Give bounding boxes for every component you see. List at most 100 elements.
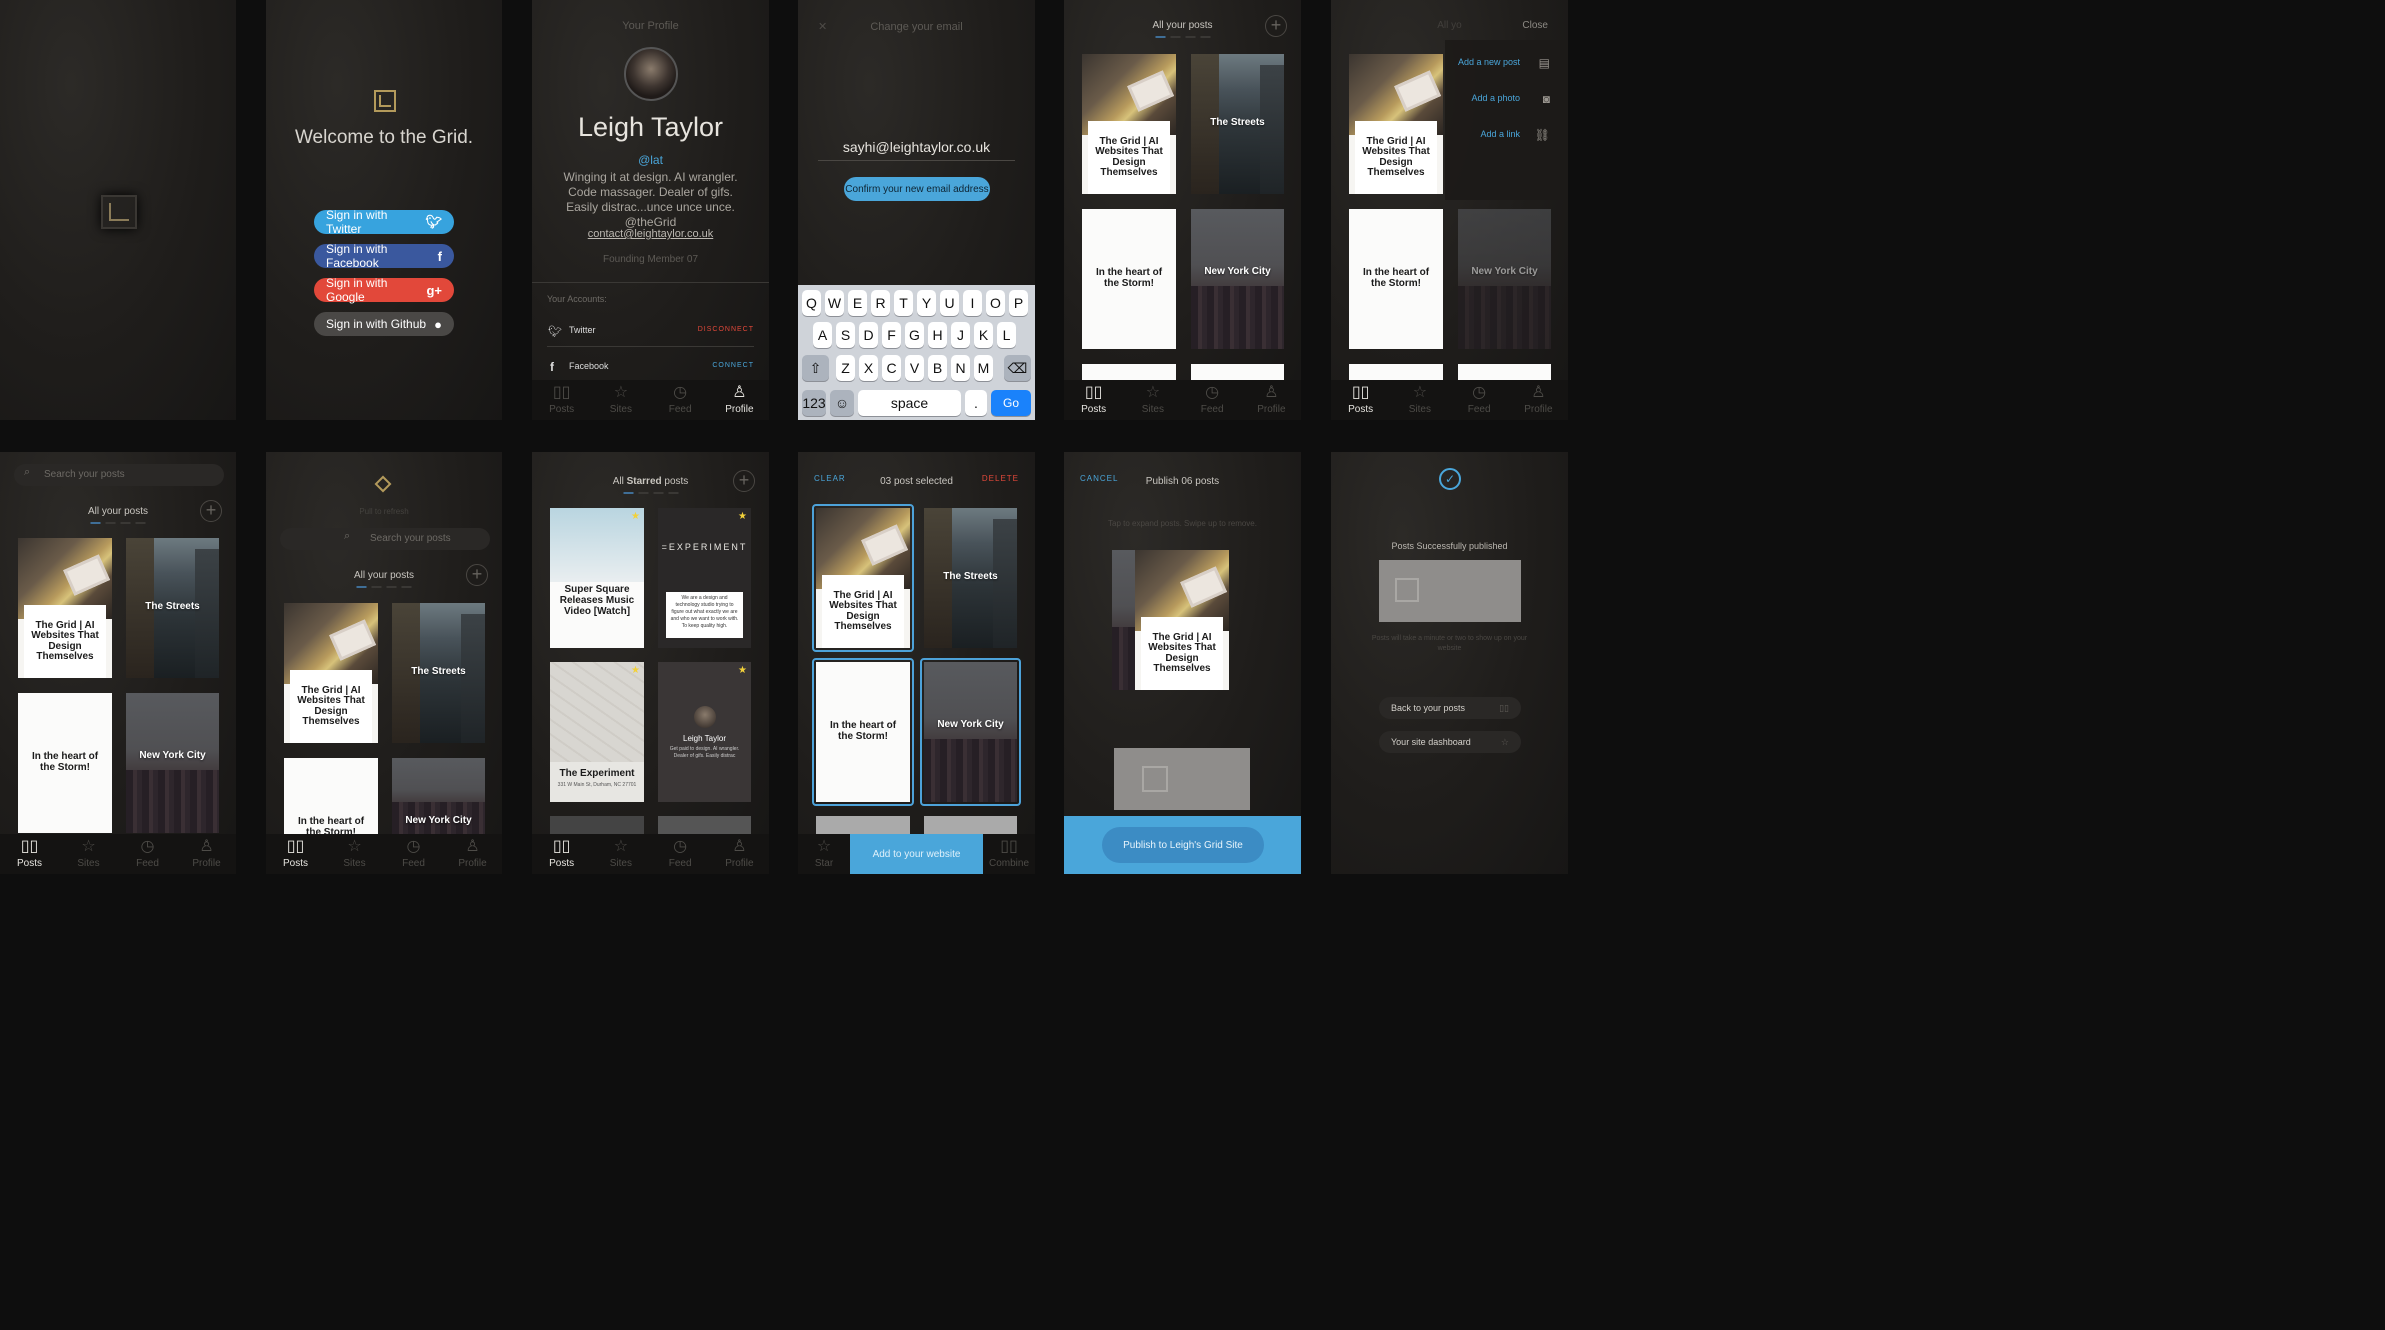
avatar[interactable] [624,47,678,101]
tab-profile[interactable]: ♙ Profile [177,834,236,874]
tab-feed[interactable]: ◷ Feed [118,834,177,874]
post-card[interactable]: The Grid | AI Websites That Design Thems… [1135,550,1229,690]
post-card[interactable]: New York City [924,662,1017,802]
key-c[interactable]: C [882,355,901,381]
backspace-key[interactable]: ⌫ [1004,355,1031,381]
tab-feed[interactable]: ◷ Feed [384,834,443,874]
close-button[interactable]: Close [1522,20,1548,31]
key-m[interactable]: M [974,355,993,381]
tab-sites[interactable]: ☆ Sites [1390,380,1449,420]
add-new-post-item[interactable]: Add a new post [1458,57,1520,67]
tab-profile[interactable]: ♙ Profile [443,834,502,874]
go-key[interactable]: Go [991,390,1031,416]
tab-feed[interactable]: ◷ Feed [1183,380,1242,420]
post-card[interactable]: The Streets [1191,54,1284,194]
tab-sites[interactable]: ☆ Sites [59,834,118,874]
combine-action[interactable]: ▯▯ Combine [983,834,1035,874]
tab-posts[interactable]: ▯▯ Posts [0,834,59,874]
tab-profile[interactable]: ♙ Profile [1509,380,1568,420]
key-b[interactable]: B [928,355,947,381]
add-post-button[interactable]: + [733,470,755,492]
post-card[interactable]: New York City [1458,209,1551,349]
key-s[interactable]: S [836,322,855,348]
post-card[interactable]: The Grid | AI Websites That Design Thems… [1082,54,1176,194]
tab-sites[interactable]: ☆ Sites [591,380,650,420]
tab-feed[interactable]: ◷ Feed [1450,380,1509,420]
post-card[interactable]: In the heart of the Storm! [1349,209,1443,349]
email-field[interactable]: sayhi@leightaylor.co.uk [798,137,1035,157]
site-dashboard-button[interactable]: Your site dashboard ☆ [1379,731,1521,753]
key-n[interactable]: N [951,355,970,381]
star-icon[interactable]: ★ [631,511,640,522]
key-z[interactable]: Z [836,355,855,381]
key-g[interactable]: G [905,322,924,348]
link-icon[interactable]: ⛓ [1535,128,1550,142]
key-r[interactable]: R [871,290,890,316]
post-card[interactable]: Super Square Releases Music Video [Watch… [550,508,644,648]
tab-feed[interactable]: ◷ Feed [651,380,710,420]
star-action[interactable]: ☆ Star [798,834,850,874]
document-icon[interactable]: ▤ [1539,56,1550,70]
key-k[interactable]: K [974,322,993,348]
camera-icon[interactable]: ◙ [1543,92,1550,106]
post-card[interactable]: The Streets [126,538,219,678]
twitter-disconnect-button[interactable]: DISCONNECT [698,326,754,333]
twitter-signin-button[interactable]: Sign in with Twitter 🐦︎ [314,208,454,236]
key-h[interactable]: H [928,322,947,348]
post-card[interactable]: In the heart of the Storm! [816,662,910,802]
key-q[interactable]: Q [802,290,821,316]
star-icon[interactable]: ★ [738,511,747,522]
facebook-connect-button[interactable]: CONNECT [712,362,754,369]
space-key[interactable]: space [858,390,961,416]
github-signin-button[interactable]: Sign in with Github ● [314,312,454,336]
tab-sites[interactable]: ☆ Sites [591,834,650,874]
post-card[interactable]: In the heart of the Storm! [284,758,378,838]
add-to-website-button[interactable]: Add to your website [850,834,983,874]
tab-posts[interactable]: ▯▯ Posts [1331,380,1390,420]
tab-sites[interactable]: ☆ Sites [325,834,384,874]
delete-button[interactable]: DELETE [982,474,1019,483]
tab-profile[interactable]: ♙ Profile [1242,380,1301,420]
post-card[interactable]: The Streets [924,508,1017,648]
key-f[interactable]: F [882,322,901,348]
key-o[interactable]: O [986,290,1005,316]
post-card[interactable]: The Grid | AI Websites That Design Thems… [816,508,910,648]
post-card-stacked[interactable] [1114,748,1250,810]
back-to-posts-button[interactable]: Back to your posts ▯▯ [1379,697,1521,719]
key-x[interactable]: X [859,355,878,381]
post-card[interactable]: =EXPERIMENT We are a design and technolo… [658,508,751,648]
post-card[interactable]: Leigh Taylor Get paid to design. AI wran… [658,662,751,802]
profile-handle[interactable]: @lat [532,150,769,170]
post-card[interactable]: In the heart of the Storm! [1082,209,1176,349]
period-key[interactable]: . [965,390,987,416]
post-card[interactable]: New York City [1191,209,1284,349]
star-icon[interactable]: ★ [738,665,747,676]
key-e[interactable]: E [848,290,867,316]
add-post-button[interactable]: + [1265,15,1287,37]
add-post-button[interactable]: + [200,500,222,522]
numbers-key[interactable]: 123 [802,390,826,416]
post-card[interactable]: The Grid | AI Websites That Design Thems… [284,603,378,743]
tab-posts[interactable]: ▯▯ Posts [532,380,591,420]
key-d[interactable]: D [859,322,878,348]
confirm-email-button[interactable]: Confirm your new email address [844,177,990,201]
tab-posts[interactable]: ▯▯ Posts [266,834,325,874]
search-input[interactable]: Search your posts [14,464,224,486]
tab-posts[interactable]: ▯▯ Posts [532,834,591,874]
post-card[interactable]: New York City [126,693,219,833]
add-link-item[interactable]: Add a link [1480,129,1520,139]
key-u[interactable]: U [940,290,959,316]
post-card[interactable]: New York City [392,758,485,838]
key-p[interactable]: P [1009,290,1028,316]
tab-posts[interactable]: ▯▯ Posts [1064,380,1123,420]
key-j[interactable]: J [951,322,970,348]
facebook-signin-button[interactable]: Sign in with Facebook f [314,242,454,270]
tab-profile[interactable]: ♙ Profile [710,380,769,420]
key-l[interactable]: L [997,322,1016,348]
profile-email[interactable]: contact@leightaylor.co.uk [532,224,769,244]
add-post-button[interactable]: + [466,564,488,586]
key-v[interactable]: V [905,355,924,381]
post-card[interactable]: The Experiment 331 W Main St, Durham, NC… [550,662,644,802]
publish-button[interactable]: Publish to Leigh's Grid Site [1102,827,1264,863]
key-w[interactable]: W [825,290,844,316]
